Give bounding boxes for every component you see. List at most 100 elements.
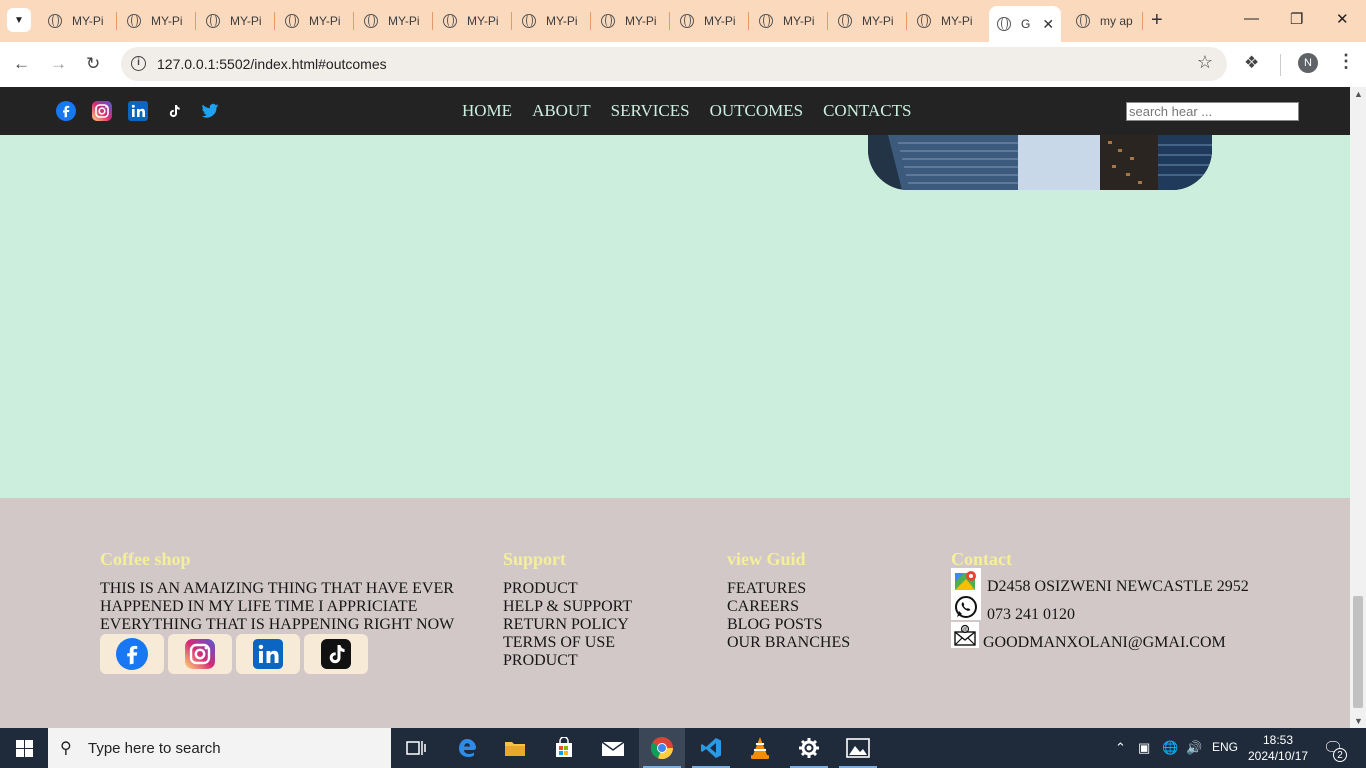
browser-tab[interactable]: MY-Pi [40, 8, 104, 34]
back-icon[interactable]: ← [13, 54, 30, 74]
browser-tab[interactable]: my ap [1068, 8, 1133, 34]
browser-tab[interactable]: MY-Pi [830, 8, 894, 34]
support-link-product[interactable]: PRODUCT [503, 580, 632, 598]
address-bar[interactable]: i 127.0.0.1:5502/index.html#outcomes ☆ [121, 47, 1227, 81]
footer-facebook-button[interactable] [100, 634, 164, 674]
browser-tab[interactable]: MY-Pi [277, 8, 341, 34]
globe-icon [48, 14, 62, 28]
browser-tab[interactable]: MY-Pi [672, 8, 736, 34]
tab-divider [590, 12, 591, 30]
forward-icon[interactable]: → [50, 54, 67, 74]
more-menu-icon[interactable]: ⋮ [1337, 51, 1355, 72]
vlc-icon[interactable] [737, 728, 783, 768]
browser-tab[interactable]: MY-Pi [514, 8, 578, 34]
tab-divider [195, 12, 196, 30]
browser-tab[interactable]: MY-Pi [435, 8, 499, 34]
tab-title: MY-Pi [546, 14, 578, 28]
support-link-help[interactable]: HELP & SUPPORT [503, 598, 632, 616]
support-link-product-2[interactable]: PRODUCT [503, 652, 632, 670]
tab-divider [432, 12, 433, 30]
reload-icon[interactable]: ↻ [86, 54, 100, 74]
search-icon: ⚲ [60, 740, 72, 757]
nav-outcomes-link[interactable]: OUTCOMES [710, 101, 804, 121]
guide-links: FEATURES CAREERS BLOG POSTS OUR BRANCHES [727, 580, 850, 652]
browser-tab-active[interactable]: G ✕ [989, 6, 1061, 42]
tab-title: MY-Pi [783, 14, 815, 28]
nav-contacts-link[interactable]: CONTACTS [823, 101, 911, 121]
close-tab-icon[interactable]: ✕ [1042, 16, 1054, 33]
svg-text:@: @ [962, 627, 967, 633]
nav-home-link[interactable]: HOME [462, 101, 512, 121]
facebook-icon[interactable] [56, 101, 76, 121]
tab-title: MY-Pi [625, 14, 657, 28]
footer-instagram-button[interactable] [168, 634, 232, 674]
support-heading: Support [503, 549, 567, 569]
support-link-return-policy[interactable]: RETURN POLICY [503, 616, 632, 634]
twitter-icon[interactable] [200, 101, 220, 121]
browser-tab[interactable]: MY-Pi [593, 8, 657, 34]
scroll-thumb[interactable] [1353, 596, 1363, 708]
windows-taskbar: ⚲ Type here to search ⌃ ▣ 🌐 🔊 ENG 18:53 [0, 728, 1366, 768]
minimize-icon[interactable]: — [1244, 10, 1259, 27]
tiktok-icon [321, 639, 351, 669]
site-info-icon[interactable]: i [131, 56, 146, 71]
file-explorer-icon[interactable] [492, 728, 538, 768]
tab-title: MY-Pi [151, 14, 183, 28]
taskbar-search-box[interactable]: ⚲ Type here to search [48, 728, 391, 768]
guide-link-branches[interactable]: OUR BRANCHES [727, 634, 850, 652]
extensions-icon[interactable]: ❖ [1244, 53, 1259, 73]
vscode-icon[interactable] [688, 728, 734, 768]
browser-tab[interactable]: MY-Pi [909, 8, 973, 34]
globe-icon [127, 14, 141, 28]
network-device-icon[interactable]: ▣ [1138, 740, 1150, 756]
nav-about-link[interactable]: ABOUT [532, 101, 591, 121]
browser-tab[interactable]: MY-Pi [751, 8, 815, 34]
microsoft-store-icon[interactable] [541, 728, 587, 768]
system-clock[interactable]: 18:53 2024/10/17 [1248, 732, 1308, 764]
guide-link-features[interactable]: FEATURES [727, 580, 850, 598]
tab-title: MY-Pi [862, 14, 894, 28]
globe-network-icon[interactable]: 🌐 [1162, 740, 1178, 756]
new-tab-icon[interactable]: + [1151, 9, 1163, 32]
nav-services-link[interactable]: SERVICES [611, 101, 690, 121]
support-link-terms[interactable]: TERMS OF USE [503, 634, 632, 652]
edge-icon[interactable] [444, 728, 490, 768]
browser-tab[interactable]: MY-Pi [198, 8, 262, 34]
restore-icon[interactable]: ❐ [1290, 10, 1303, 28]
windows-start-icon[interactable] [16, 740, 33, 757]
guide-link-careers[interactable]: CAREERS [727, 598, 850, 616]
footer-tiktok-button[interactable] [304, 634, 368, 674]
window-close-icon[interactable]: ✕ [1336, 10, 1349, 28]
linkedin-icon [253, 639, 283, 669]
scroll-down-arrow-icon[interactable]: ▼ [1354, 716, 1363, 726]
page-scrollbar[interactable]: ▲ ▼ [1350, 87, 1366, 728]
bookmark-star-icon[interactable]: ☆ [1197, 52, 1213, 73]
linkedin-icon[interactable] [128, 101, 148, 121]
globe-icon [838, 14, 852, 28]
photos-icon[interactable] [835, 728, 881, 768]
contact-phone: 073 241 0120 [987, 606, 1075, 623]
site-navbar: HOME ABOUT SERVICES OUTCOMES CONTACTS [0, 87, 1350, 135]
instagram-icon[interactable] [92, 101, 112, 121]
tiktok-icon[interactable] [164, 101, 184, 121]
task-view-icon[interactable] [393, 728, 439, 768]
browser-tab[interactable]: MY-Pi [119, 8, 183, 34]
globe-icon [601, 14, 615, 28]
settings-gear-icon[interactable] [786, 728, 832, 768]
main-nav: HOME ABOUT SERVICES OUTCOMES CONTACTS [462, 101, 911, 121]
profile-avatar[interactable]: N [1298, 53, 1318, 73]
scroll-up-arrow-icon[interactable]: ▲ [1354, 89, 1363, 99]
browser-tab[interactable]: MY-Pi [356, 8, 420, 34]
whatsapp-icon [951, 594, 981, 620]
volume-icon[interactable]: 🔊 [1186, 740, 1202, 756]
chrome-icon[interactable] [639, 728, 685, 768]
notification-count-badge: 2 [1333, 748, 1347, 762]
language-indicator[interactable]: ENG [1212, 740, 1238, 754]
site-search-input[interactable] [1126, 102, 1299, 121]
footer-linkedin-button[interactable] [236, 634, 300, 674]
show-hidden-icons-chevron-icon[interactable]: ⌃ [1115, 740, 1126, 756]
tab-search-button[interactable]: ▼ [7, 8, 31, 32]
mail-icon[interactable] [590, 728, 636, 768]
tab-title: MY-Pi [230, 14, 262, 28]
guide-link-blog[interactable]: BLOG POSTS [727, 616, 850, 634]
